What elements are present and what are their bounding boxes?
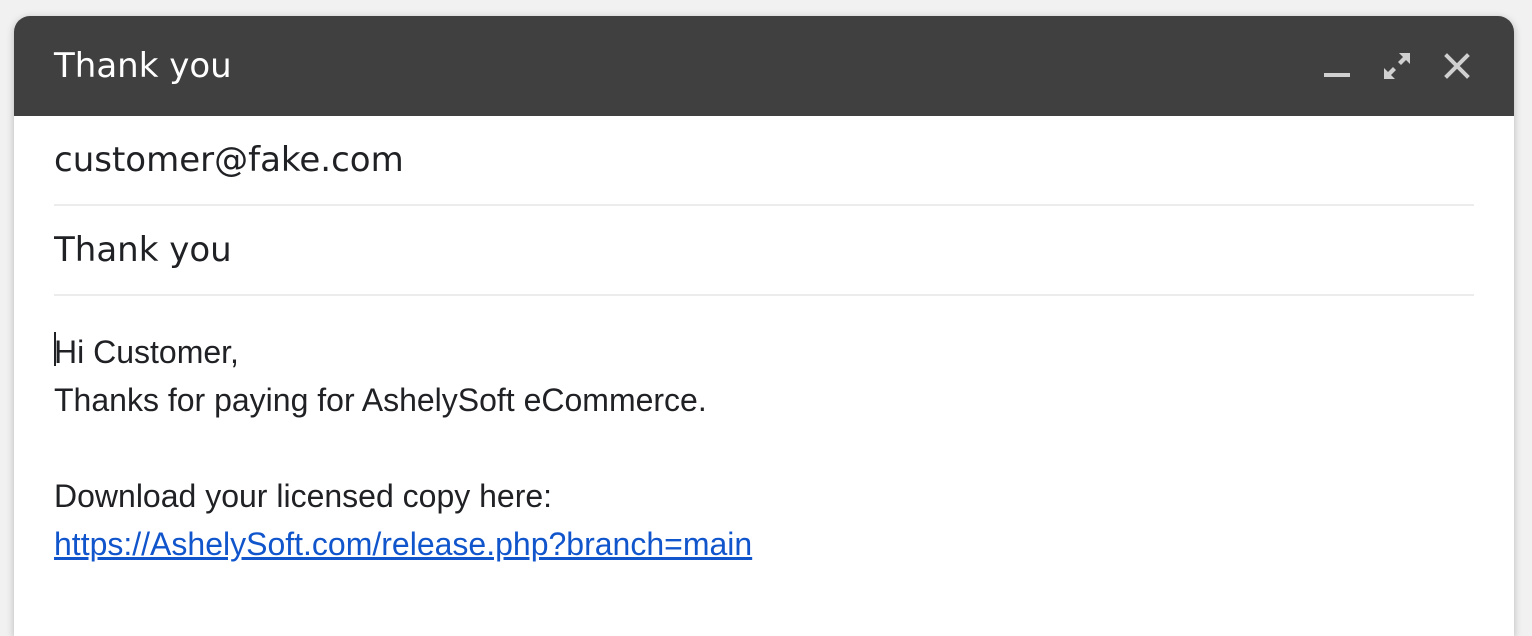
compose-titlebar[interactable]: Thank you — [14, 16, 1514, 116]
compose-title: Thank you — [54, 46, 232, 86]
body-thanks: Thanks for paying for AshelySoft eCommer… — [54, 382, 707, 418]
window-controls — [1300, 16, 1480, 116]
minimize-button[interactable] — [1314, 43, 1360, 89]
body-blank-line — [54, 424, 1474, 472]
to-input[interactable] — [54, 140, 1474, 180]
close-icon — [1444, 53, 1470, 79]
subject-field-row — [54, 206, 1474, 296]
minimize-icon — [1324, 73, 1350, 77]
expand-button[interactable] — [1374, 43, 1420, 89]
subject-input[interactable] — [54, 230, 1474, 270]
close-button[interactable] — [1434, 43, 1480, 89]
body-greeting: Hi Customer, — [54, 334, 239, 370]
text-caret — [54, 332, 56, 366]
body-download-text: Download your licensed copy here: — [54, 478, 553, 514]
expand-icon — [1384, 53, 1410, 79]
to-field-row — [54, 116, 1474, 206]
message-body[interactable]: Hi Customer, Thanks for paying for Ashel… — [54, 296, 1474, 568]
download-link[interactable]: https://AshelySoft.com/release.php?branc… — [54, 526, 752, 562]
compose-window: Thank you customer@fake.com Thank you Hi… — [14, 16, 1514, 636]
